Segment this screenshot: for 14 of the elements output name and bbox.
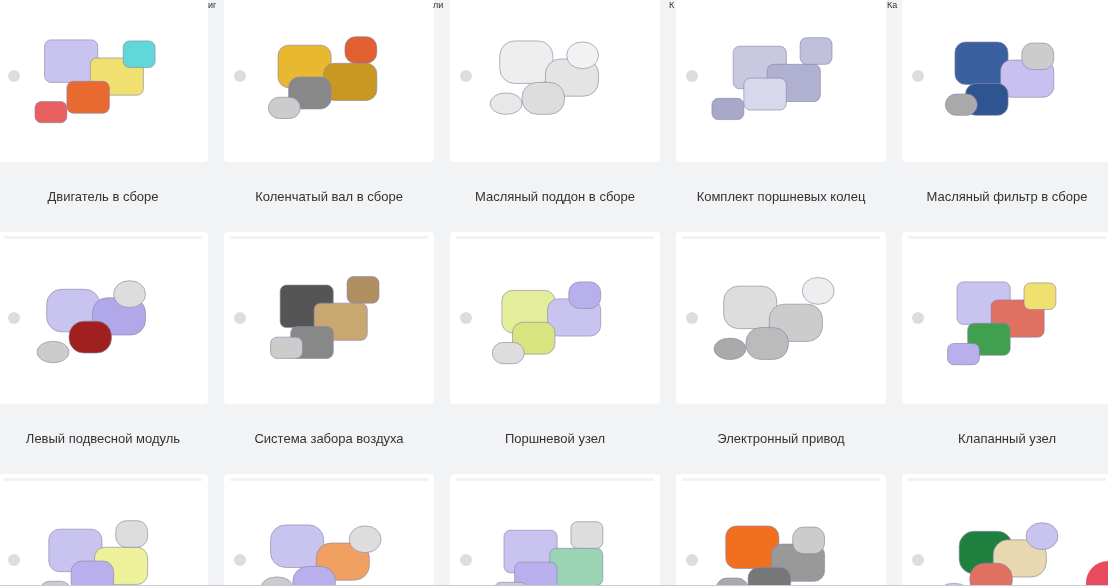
part-title[interactable]: Масляный фильтр в сборе: [902, 162, 1108, 232]
part-title[interactable]: Клапанный узел: [902, 404, 1108, 474]
cut-off-label: ли: [433, 0, 444, 10]
part-title[interactable]: Двигатель в сборе: [0, 162, 208, 232]
part-title[interactable]: Левый подвесной модуль: [0, 404, 208, 474]
cut-off-label: Ка: [887, 0, 898, 10]
part-title[interactable]: Комплект поршневых колец: [676, 162, 886, 232]
part-title[interactable]: Масляный поддон в сборе: [450, 162, 660, 232]
cut-off-label: иг: [208, 0, 217, 10]
part-title[interactable]: Система забора воздуха: [224, 404, 434, 474]
part-title[interactable]: Коленчатый вал в сборе: [224, 162, 434, 232]
part-title[interactable]: Электронный привод: [676, 404, 886, 474]
part-title[interactable]: Поршневой узел: [450, 404, 660, 474]
cut-off-label: К: [669, 0, 675, 10]
